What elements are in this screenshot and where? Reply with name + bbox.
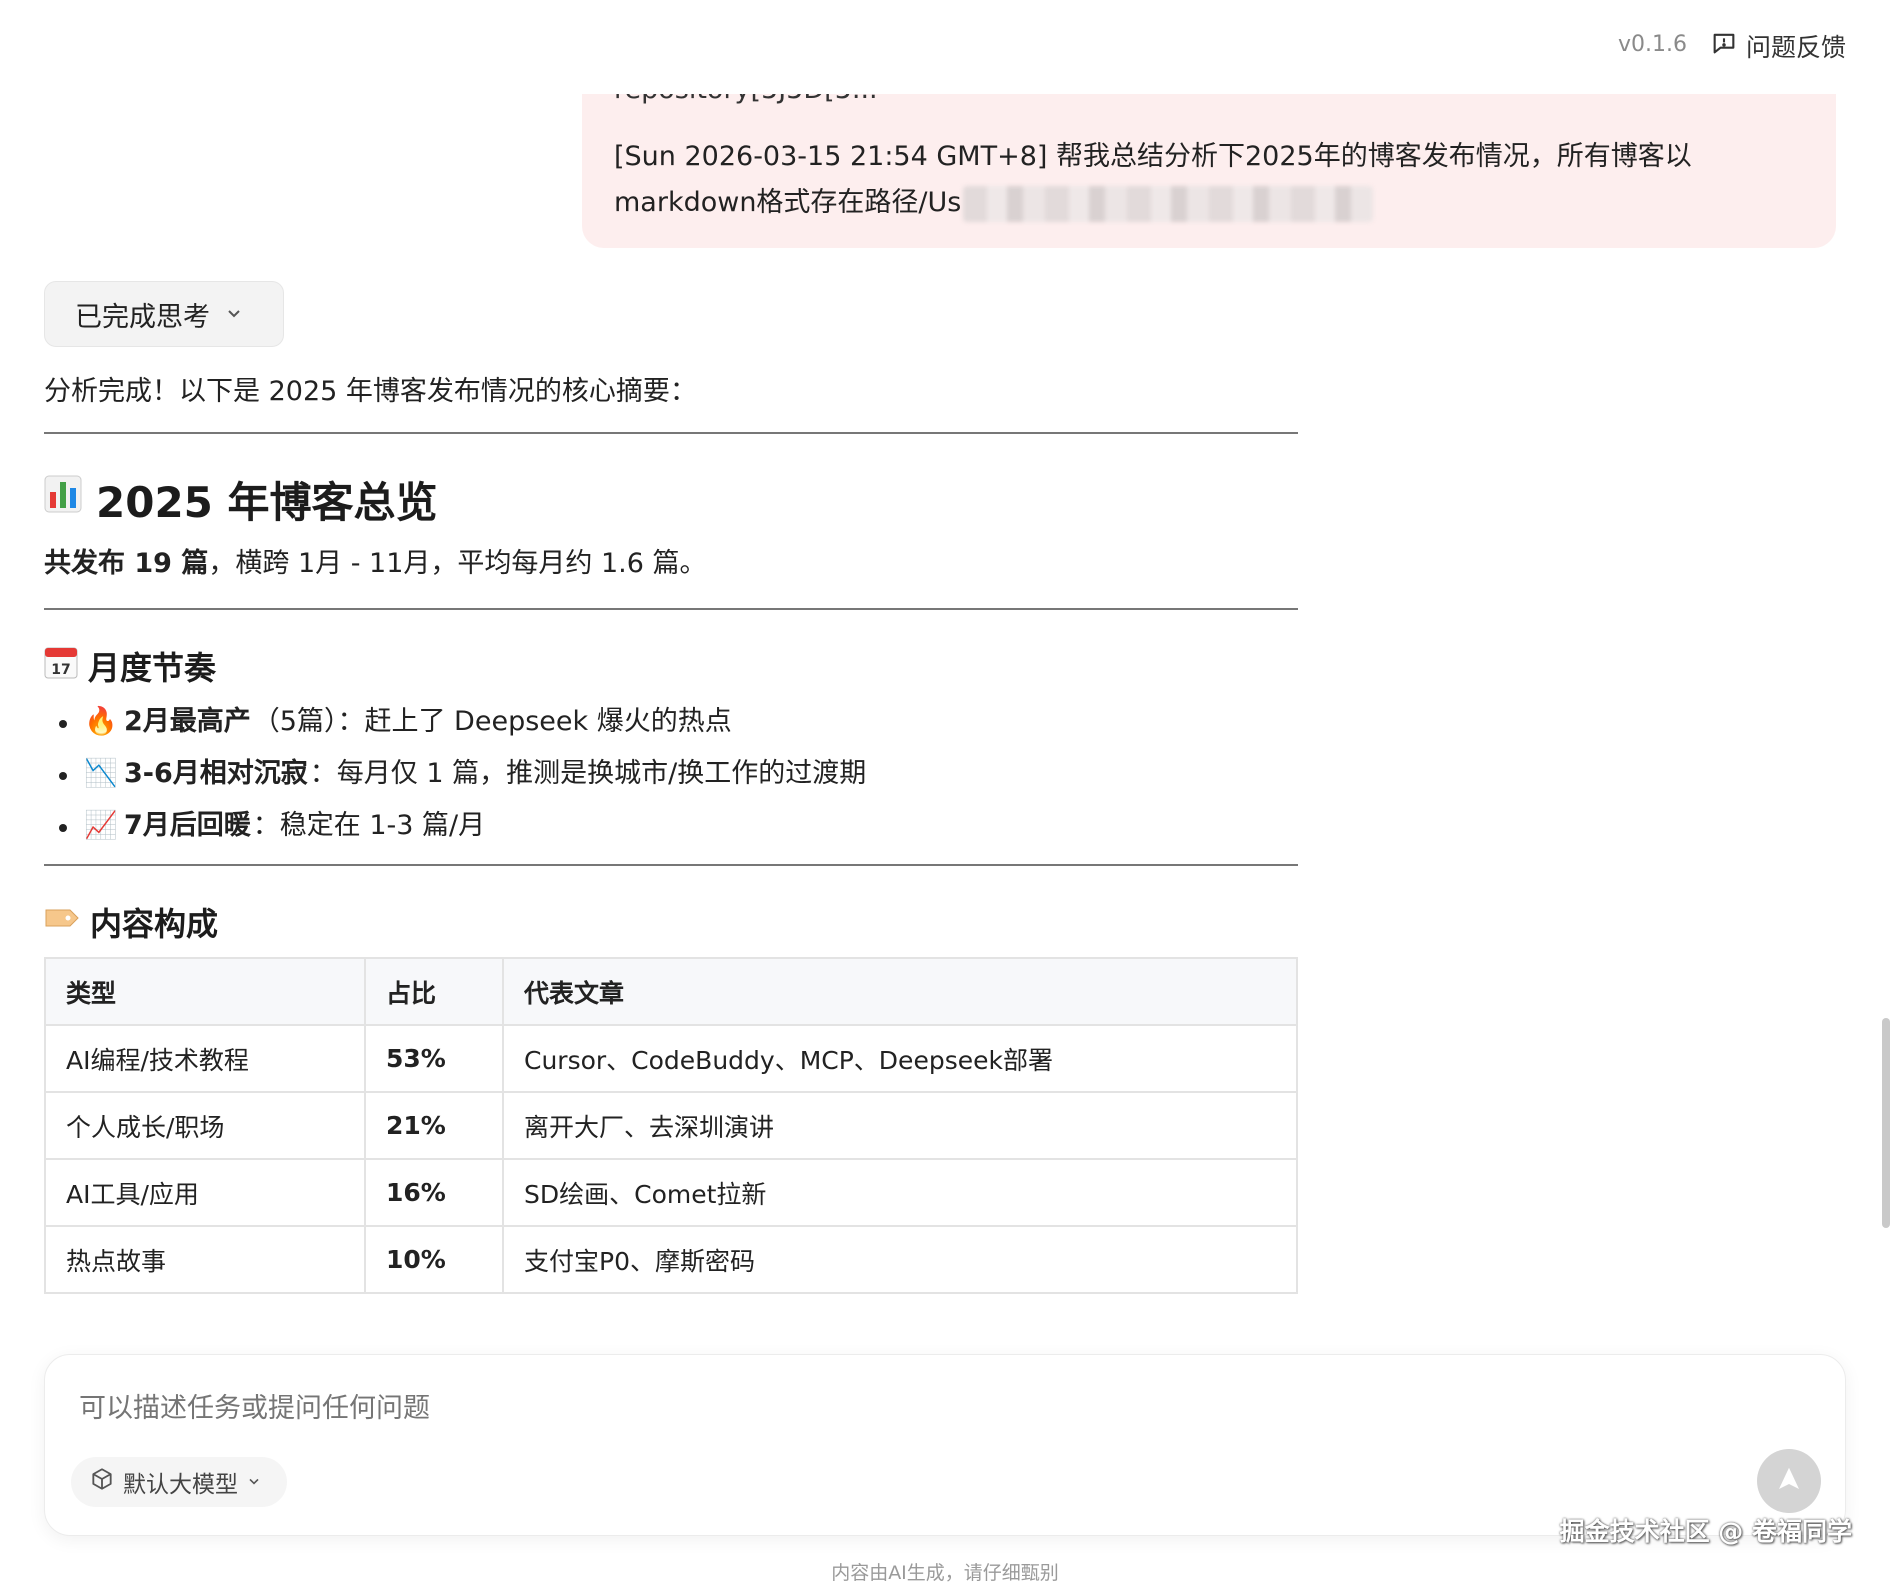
feedback-label: 问题反馈 [1745,33,1846,62]
cell-type: AI工具/应用 [44,1158,366,1227]
column-header: 类型 [44,957,366,1026]
user-message-line2: markdown格式存在路径/Us [614,180,1806,226]
chevron-down-icon [224,299,244,330]
cell-articles: 离开大厂、去深圳演讲 [502,1091,1298,1160]
divider [44,432,1298,434]
svg-text:17: 17 [51,662,70,678]
summary-bold: 共发布 19 篇 [44,548,209,579]
item-text: ：每月仅 1 篇，推测是换城市/换工作的过渡期 [309,758,867,789]
composition-heading: 内容构成 [44,902,1298,943]
divider [44,608,1298,610]
list-item: 📉 3-6月相对沉寂 ：每月仅 1 篇，推测是换城市/换工作的过渡期 [44,748,1298,800]
list-item: 🔥 2月最高产 （5篇）：赶上了 Deepseek 爆火的热点 [44,696,1298,748]
feedback-button[interactable]: 问题反馈 [1710,28,1846,64]
send-arrow-icon [1774,1464,1804,1498]
list-item: 📈 7月后回暖 ：稳定在 1-3 篇/月 [44,800,1298,852]
watermark: 掘金技术社区 @ 卷福同学 [1559,1517,1852,1546]
message-input[interactable] [79,1393,1379,1424]
top-bar: v0.1.6 问题反馈 [0,0,1890,94]
table-row: AI工具/应用 16% SD绘画、Comet拉新 [44,1158,1298,1227]
composition-table: 类型 占比 代表文章 AI编程/技术教程 53% Cursor、CodeBudd… [44,957,1298,1294]
overview-title: 2025 年博客总览 [96,477,438,527]
cube-icon [89,1466,115,1498]
item-text: （5篇）：赶上了 Deepseek 爆火的热点 [252,706,732,737]
table-header-row: 类型 占比 代表文章 [44,957,1298,1026]
cell-type: 热点故事 [44,1225,366,1294]
cell-type: 个人成长/职场 [44,1091,366,1160]
cell-percent: 16% [364,1158,504,1227]
chevron-down-icon [246,1469,262,1495]
user-message-path: markdown格式存在路径/Us [614,187,962,218]
divider [44,864,1298,866]
item-text: ：稳定在 1-3 篇/月 [252,810,486,841]
model-label: 默认大模型 [123,1472,238,1498]
table-row: AI编程/技术教程 53% Cursor、CodeBuddy、MCP、Deeps… [44,1024,1298,1093]
column-header: 代表文章 [502,957,1298,1026]
redacted-path [963,185,1374,222]
send-button[interactable] [1757,1449,1821,1513]
monthly-list: 🔥 2月最高产 （5篇）：赶上了 Deepseek 爆火的热点 📉 3-6月相对… [44,696,1298,852]
ai-disclaimer: 内容由AI生成，请仔细甄别 [831,1562,1059,1584]
summary-rest: ，横跨 1月 - 11月，平均每月约 1.6 篇。 [208,548,707,579]
chart-increasing-icon: 📈 [84,810,118,841]
cell-percent: 53% [364,1024,504,1093]
item-bold: 3-6月相对沉寂 [124,758,308,789]
version-label: v0.1.6 [1618,32,1687,57]
monthly-title: 月度节奏 [88,649,217,687]
message-composer: 默认大模型 [44,1354,1846,1536]
thinking-toggle-button[interactable]: 已完成思考 [44,281,284,347]
cell-type: AI编程/技术教程 [44,1024,366,1093]
thinking-label: 已完成思考 [75,301,210,333]
feedback-icon [1710,29,1738,63]
cell-percent: 21% [364,1091,504,1160]
cell-articles: SD绘画、Comet拉新 [502,1158,1298,1227]
chart-decreasing-icon: 📉 [84,758,118,789]
model-selector-button[interactable]: 默认大模型 [71,1457,287,1507]
cell-articles: 支付宝P0、摩斯密码 [502,1225,1298,1294]
monthly-heading: 17 月度节奏 [44,645,1298,687]
overview-heading: 2025 年博客总览 [44,474,1298,527]
column-header: 占比 [364,957,504,1026]
assistant-response: 分析完成！以下是 2025 年博客发布情况的核心摘要： 2025 年博客总览 共… [44,370,1298,1294]
bar-chart-icon [44,474,82,524]
overview-summary: 共发布 19 篇，横跨 1月 - 11月，平均每月约 1.6 篇。 [44,544,1298,584]
table-row: 个人成长/职场 21% 离开大厂、去深圳演讲 [44,1091,1298,1160]
response-intro: 分析完成！以下是 2025 年博客发布情况的核心摘要： [44,376,697,407]
user-message-text: [Sun 2026-03-15 21:54 GMT+8] 帮我总结分析下2025… [614,134,1806,226]
cell-articles: Cursor、CodeBuddy、MCP、Deepseek部署 [502,1024,1298,1093]
item-bold: 2月最高产 [124,706,251,737]
calendar-icon: 17 [44,645,78,687]
table-row: 热点故事 10% 支付宝P0、摩斯密码 [44,1225,1298,1294]
cell-percent: 10% [364,1225,504,1294]
scrollbar-thumb[interactable] [1882,1018,1890,1228]
item-bold: 7月后回暖 [124,810,251,841]
fire-icon: 🔥 [84,706,118,737]
composition-title: 内容构成 [90,905,219,943]
label-tag-icon [44,903,80,941]
user-message-line1: [Sun 2026-03-15 21:54 GMT+8] 帮我总结分析下2025… [614,141,1692,172]
